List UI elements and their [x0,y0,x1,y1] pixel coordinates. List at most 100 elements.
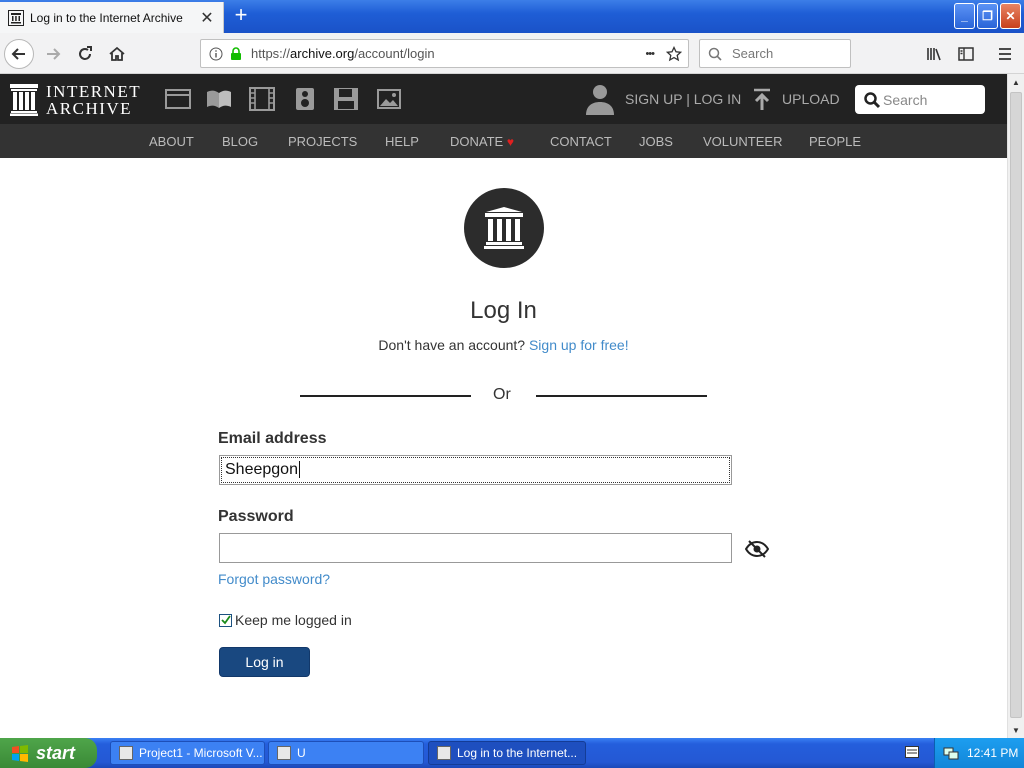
library-button[interactable] [919,39,949,69]
keyboard-layout-icon[interactable] [905,746,919,758]
tab-title: Log in to the Internet Archive [30,10,183,25]
images-icon[interactable] [375,87,401,111]
url-text[interactable]: https://archive.org/account/login [251,46,645,61]
nav-help[interactable]: HELP [385,134,419,149]
nav-volunteer[interactable]: VOLUNTEER [703,134,782,149]
tab-close-icon[interactable]: ✕ [197,8,217,28]
divider-left [300,395,471,397]
browser-toolbar: https://archive.org/account/login ••• Se… [0,33,1024,74]
site-logo[interactable]: INTERNET ARCHIVE [10,83,141,117]
signup-login-link[interactable]: SIGN UP | LOG IN [625,91,741,107]
back-arrow-icon [11,48,25,60]
system-tray: 12:41 PM [934,738,1024,768]
network-tray-icon[interactable] [943,745,959,761]
scroll-thumb[interactable] [1010,92,1022,718]
home-button[interactable] [102,39,132,69]
audio-icon[interactable] [292,87,318,111]
page-actions-icon[interactable]: ••• [645,48,655,60]
text-caret [298,461,300,479]
start-label: start [36,742,76,763]
login-submit-button[interactable]: Log in [219,647,310,677]
window-controls: _ ❐ ✕ [954,3,1021,29]
upload-icon[interactable] [751,88,773,112]
software-icon[interactable] [333,87,359,111]
nav-blog[interactable]: BLOG [222,134,258,149]
site-subnav: ABOUT BLOG PROJECTS HELP DONATE ♥ CONTAC… [0,124,1007,158]
site-search-icon[interactable] [863,91,881,109]
show-password-eye-icon[interactable] [745,539,769,559]
sidebar-icon [958,47,974,61]
archive-building-icon [484,207,524,249]
new-tab-button[interactable]: + [230,4,252,28]
site-search-placeholder: Search [883,91,928,108]
nav-jobs[interactable]: JOBS [639,134,673,149]
sidebar-button[interactable] [951,39,981,69]
nav-people[interactable]: PEOPLE [809,134,861,149]
password-label: Password [218,508,294,525]
forgot-password-link[interactable]: Forgot password? [218,571,330,587]
site-logo-text: INTERNET ARCHIVE [46,82,142,118]
scroll-down-icon[interactable]: ▼ [1008,722,1024,738]
archive-logo-icon [10,84,38,116]
user-avatar-icon[interactable] [585,83,615,115]
nav-contact[interactable]: CONTACT [550,134,612,149]
nav-projects[interactable]: PROJECTS [288,134,357,149]
close-window-button[interactable]: ✕ [1000,3,1021,29]
reload-button[interactable] [70,39,100,69]
signup-link[interactable]: Sign up for free! [529,337,629,353]
bookmark-star-icon[interactable] [666,45,682,62]
vertical-scrollbar[interactable]: ▲ ▼ [1007,74,1024,738]
nav-about[interactable]: ABOUT [149,134,194,149]
taskbar-item-project1[interactable]: Project1 - Microsoft V... [110,741,265,765]
forward-button[interactable] [38,39,68,69]
page-title: Log In [470,297,537,324]
browser-tab[interactable]: Log in to the Internet Archive ✕ [0,2,224,33]
firefox-app-icon [437,746,451,760]
vb-app-icon [119,746,133,760]
windows-flag-icon [12,745,28,762]
email-label: Email address [218,430,327,447]
folder-app-icon [277,746,291,760]
browser-search-placeholder: Search [732,46,774,61]
signup-prompt: Don't have an account? Sign up for free! [0,337,1007,353]
no-account-text: Don't have an account? [378,337,526,353]
or-separator: Or [493,386,511,403]
email-value: Sheepgon [225,461,298,478]
taskbar-item-label: Project1 - Microsoft V... [139,746,263,760]
taskbar-item-folder[interactable]: U [268,741,424,765]
back-button[interactable] [4,39,34,69]
nav-donate[interactable]: DONATE ♥ [450,134,514,149]
keep-logged-in-row[interactable]: Keep me logged in [219,612,352,628]
upload-link[interactable]: UPLOAD [782,91,840,107]
start-button[interactable]: start [0,738,97,768]
home-icon [109,46,125,61]
taskbar: start Project1 - Microsoft V... U Log in… [0,738,1024,768]
address-bar[interactable]: https://archive.org/account/login ••• [200,39,689,68]
forward-arrow-icon [47,48,61,60]
restore-button[interactable]: ❐ [977,3,998,29]
email-field[interactable]: Sheepgon [219,455,732,485]
secure-lock-icon[interactable] [229,46,243,61]
password-field[interactable] [219,533,732,563]
reload-icon [79,46,92,60]
checkmark-icon [220,615,231,625]
web-icon[interactable] [165,87,191,111]
hamburger-menu-icon [999,48,1011,60]
keep-logged-in-label: Keep me logged in [235,612,352,628]
donate-heart-icon: ♥ [506,135,514,149]
window-titlebar: Log in to the Internet Archive ✕ + _ ❐ ✕ [0,0,1024,33]
video-icon[interactable] [249,87,275,111]
divider-right [536,395,707,397]
texts-icon[interactable] [206,87,232,111]
minimize-button[interactable]: _ [954,3,975,29]
info-icon[interactable] [209,47,223,61]
taskbar-item-label: Log in to the Internet... [457,746,578,760]
browser-search-bar[interactable]: Search [699,39,851,68]
clock: 12:41 PM [967,746,1019,760]
site-search-input[interactable]: Search [855,85,985,114]
menu-button[interactable] [990,39,1020,69]
archive-favicon-icon [8,9,24,26]
taskbar-item-firefox[interactable]: Log in to the Internet... [428,741,586,765]
keep-logged-in-checkbox[interactable] [219,613,232,627]
scroll-up-icon[interactable]: ▲ [1008,74,1024,90]
